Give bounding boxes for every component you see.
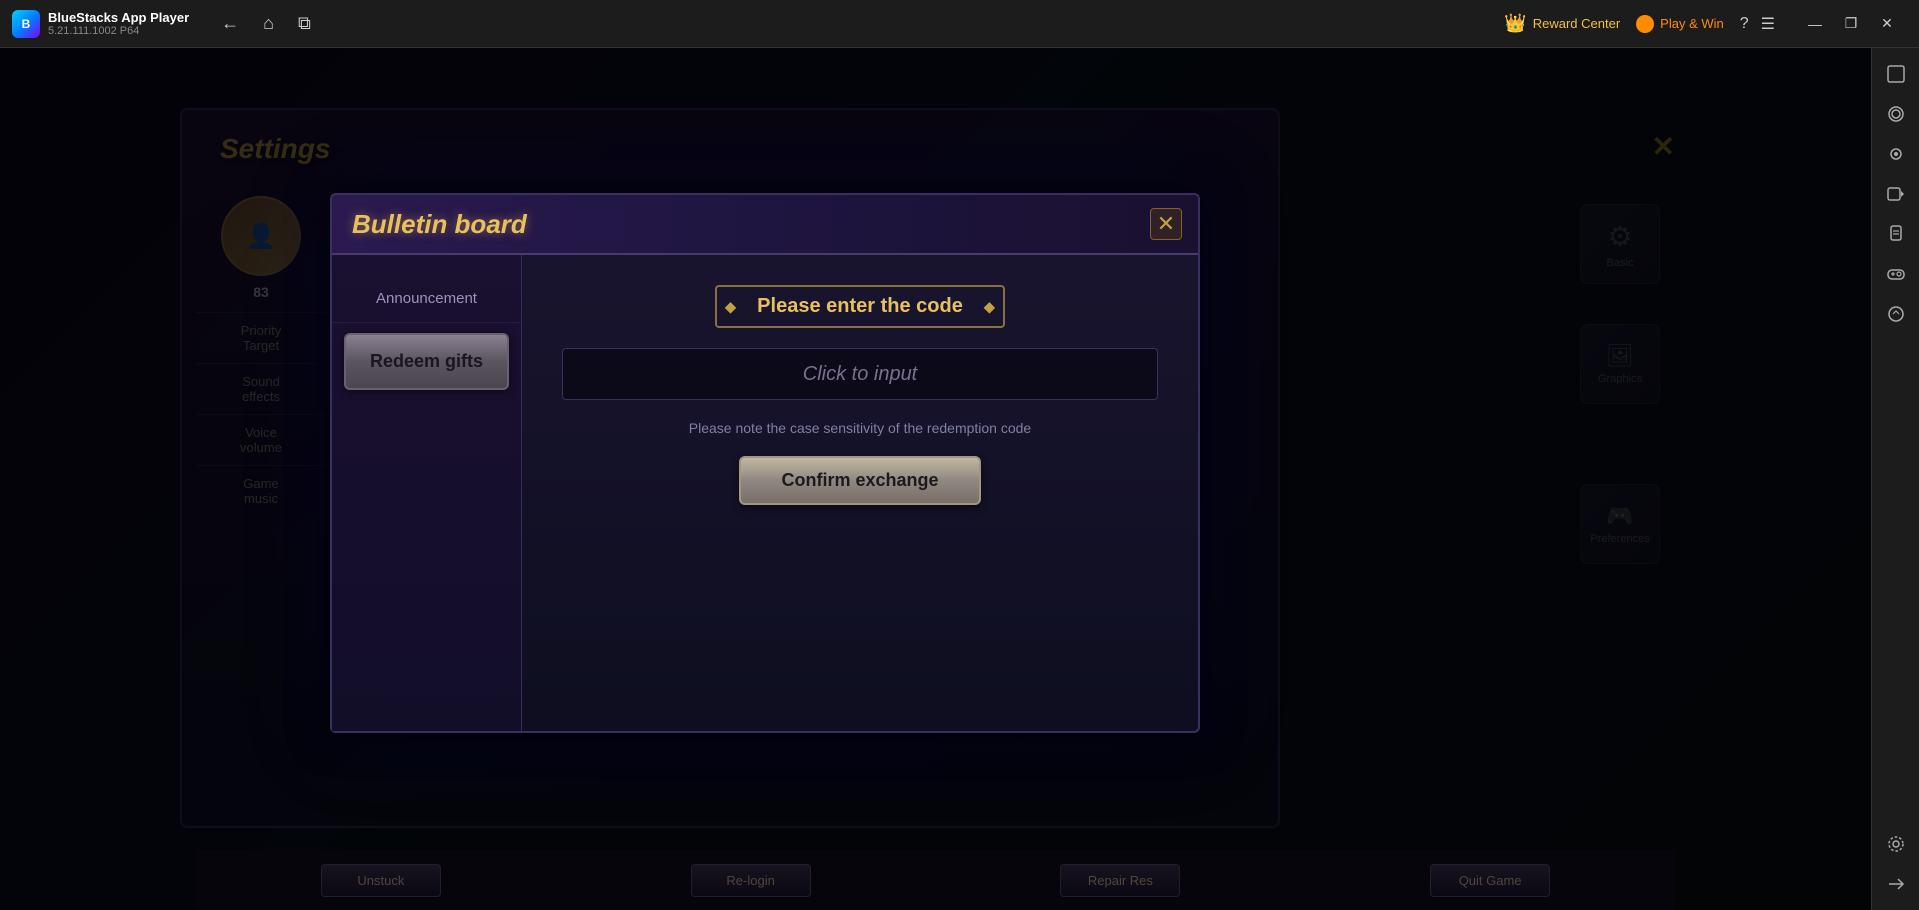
- help-icon[interactable]: ?: [1740, 15, 1749, 33]
- app-branding: B BlueStacks App Player 5.21.111.1002 P6…: [0, 10, 201, 38]
- multi-window-button[interactable]: ⧉: [294, 9, 315, 38]
- minimize-button[interactable]: —: [1799, 8, 1831, 40]
- app-info: BlueStacks App Player 5.21.111.1002 P64: [48, 10, 189, 37]
- sidebar-tool-1[interactable]: [1878, 56, 1914, 92]
- code-input-placeholder: Click to input: [803, 363, 918, 386]
- confirm-exchange-button[interactable]: Confirm exchange: [739, 456, 980, 505]
- bulletin-header: Bulletin board ✕: [332, 195, 1198, 255]
- app-name: BlueStacks App Player: [48, 10, 189, 25]
- sidebar-macro-tool[interactable]: [1878, 296, 1914, 332]
- bulletin-tabs: Announcement Redeem gifts: [332, 255, 522, 731]
- close-button[interactable]: ✕: [1871, 8, 1903, 40]
- logo-letter: B: [22, 17, 31, 31]
- restore-button[interactable]: ❐: [1835, 8, 1867, 40]
- code-input-area[interactable]: Click to input: [562, 348, 1158, 400]
- bluestacks-logo: B: [12, 10, 40, 38]
- bulletin-body: Announcement Redeem gifts Please enter t…: [332, 255, 1198, 731]
- tab-announcement[interactable]: Announcement: [332, 275, 521, 323]
- app-version: 5.21.111.1002 P64: [48, 25, 189, 37]
- code-title-container: Please enter the code: [715, 285, 1005, 328]
- sidebar-arrow-tool[interactable]: [1878, 866, 1914, 902]
- main-content: Settings ✕ 👤 83 PriorityTarget Soundeffe…: [0, 48, 1871, 910]
- top-bar: B BlueStacks App Player 5.21.111.1002 P6…: [0, 0, 1919, 48]
- home-button[interactable]: ⌂: [259, 9, 278, 38]
- back-button[interactable]: ←: [217, 9, 243, 38]
- bulletin-title: Bulletin board: [352, 209, 527, 240]
- window-controls: — ❐ ✕: [1799, 8, 1903, 40]
- nav-controls: ← ⌂ ⧉: [201, 9, 331, 38]
- bulletin-board-modal: Bulletin board ✕ Announcement Redeem gif…: [330, 193, 1200, 733]
- crown-icon: 👑: [1504, 13, 1526, 34]
- code-hint-text: Please note the case sensitivity of the …: [689, 420, 1031, 436]
- top-bar-icons: ? ☰: [1740, 14, 1775, 34]
- play-win-button[interactable]: Play & Win: [1636, 15, 1724, 33]
- reward-center-button[interactable]: 👑 Reward Center: [1504, 13, 1620, 34]
- sidebar-screenshot-tool[interactable]: [1878, 96, 1914, 132]
- reward-center-label: Reward Center: [1533, 16, 1620, 31]
- bulletin-content: Please enter the code Click to input Ple…: [522, 255, 1198, 731]
- code-section-title: Please enter the code: [715, 285, 1005, 328]
- sidebar-settings-tool[interactable]: [1878, 826, 1914, 862]
- top-bar-right: 👑 Reward Center Play & Win ? ☰ — ❐ ✕: [1488, 8, 1919, 40]
- menu-icon[interactable]: ☰: [1761, 14, 1775, 34]
- bulletin-close-button[interactable]: ✕: [1150, 208, 1182, 240]
- tab-redeem-gifts[interactable]: Redeem gifts: [344, 333, 509, 390]
- orange-circle-icon: [1636, 15, 1654, 33]
- play-win-label: Play & Win: [1660, 16, 1724, 31]
- sidebar-apk-tool[interactable]: [1878, 216, 1914, 252]
- right-sidebar: [1871, 48, 1919, 910]
- sidebar-record-tool[interactable]: [1878, 176, 1914, 212]
- sidebar-camera-tool[interactable]: [1878, 136, 1914, 172]
- sidebar-gamepad-tool[interactable]: [1878, 256, 1914, 292]
